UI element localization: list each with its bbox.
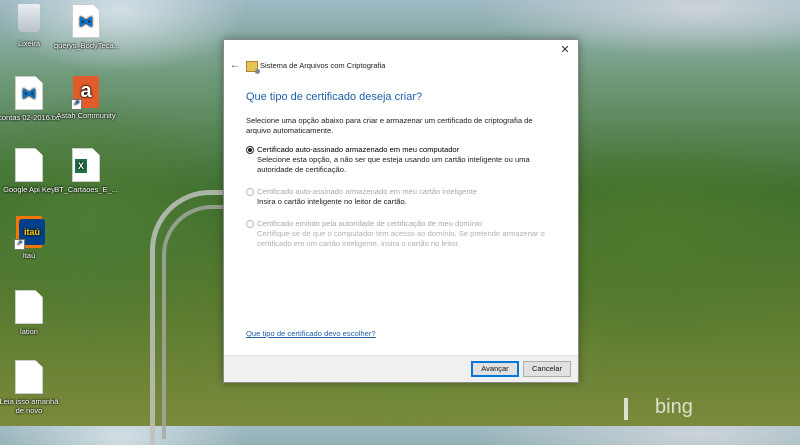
excel-file-icon: X: [72, 148, 100, 182]
option-self-signed-smartcard: Certificado auto-assinado armazenado em …: [246, 187, 554, 207]
option-self-signed-computer[interactable]: Certificado auto-assinado armazenado em …: [246, 145, 554, 175]
desktop-icon-label: Astah Community: [56, 111, 116, 120]
desktop-icon-label: querys_BodyTeca...: [54, 41, 120, 50]
option-label: Certificado auto-assinado armazenado em …: [257, 145, 460, 154]
desktop-icon-label: Google Api Key: [3, 185, 55, 194]
recycle-bin-icon: [16, 4, 42, 36]
close-icon[interactable]: ✕: [558, 43, 572, 57]
desktop-icon-lation[interactable]: lation: [0, 290, 61, 336]
dialog-titlebar: ✕ ← Sistema de Arquivos com Criptografia: [224, 40, 578, 88]
option-detail: Certifique-se de que o computador tem ac…: [257, 229, 545, 248]
vscode-file-icon: ⋈: [15, 76, 43, 110]
bing-wordmark: bing: [655, 396, 693, 418]
next-button[interactable]: Avançar: [471, 361, 519, 377]
desktop-icon-itau[interactable]: itaú ↗ Itaú: [0, 216, 61, 260]
efs-certificate-dialog: ✕ ← Sistema de Arquivos com Criptografia…: [223, 39, 579, 383]
radio-button-disabled: [246, 188, 254, 196]
desktop-icon-recycle-bin[interactable]: Lixeira: [0, 4, 61, 48]
desktop-icon-label: Lixeira: [17, 39, 41, 48]
desktop-icon-label: lation: [20, 327, 38, 336]
blank-file-icon: [15, 148, 43, 182]
desktop-icon-google-api-key[interactable]: Google Api Key: [0, 148, 61, 194]
radio-button-disabled: [246, 220, 254, 228]
desktop-icon-label: Leia isso amanhã de novo: [0, 397, 59, 415]
option-detail: Insira o cartão inteligente no leitor de…: [257, 197, 407, 206]
desktop-icon-label: BT_Cartaoes_E_...: [54, 185, 118, 194]
dialog-content: Que tipo de certificado deseja criar? Se…: [246, 91, 554, 261]
dialog-title: Sistema de Arquivos com Criptografia: [260, 61, 386, 70]
dialog-footer: Avançar Cancelar: [224, 355, 578, 382]
option-domain-ca: Certificado emitido pela autoridade de c…: [246, 219, 554, 249]
radio-button-selected[interactable]: [246, 146, 254, 154]
page-heading: Que tipo de certificado deseja criar?: [246, 91, 423, 103]
help-link[interactable]: Que tipo de certificado devo escolher?: [246, 329, 376, 338]
option-label: Certificado emitido pela autoridade de c…: [257, 219, 482, 228]
page-description: Selecione uma opção abaixo para criar e …: [246, 116, 533, 135]
back-arrow-icon[interactable]: ←: [229, 60, 241, 72]
desktop-icon-label: Itaú: [22, 251, 36, 260]
option-label: Certificado auto-assinado armazenado em …: [257, 187, 477, 196]
desktop-icon-label: contas 02-2016.txt: [0, 113, 60, 122]
desktop-icon-leia-isso[interactable]: Leia isso amanhã de novo: [0, 360, 61, 415]
desktop-icon-bt-cartoes[interactable]: X BT_Cartaoes_E_...: [54, 148, 118, 194]
cancel-button[interactable]: Cancelar: [523, 361, 571, 377]
bing-logo-icon: [624, 398, 638, 420]
blank-file-icon: [15, 290, 43, 324]
desktop-icon-querys[interactable]: ⋈ querys_BodyTeca...: [54, 4, 120, 50]
desktop-icon-astah[interactable]: a ↗ Astah Community: [54, 76, 118, 120]
vscode-file-icon: ⋈: [72, 4, 100, 38]
option-detail: Selecione esta opção, a não ser que este…: [257, 155, 530, 174]
desktop-icon-contas[interactable]: ⋈ contas 02-2016.txt: [0, 76, 61, 122]
efs-app-icon: [246, 61, 260, 74]
astah-icon: a ↗: [71, 76, 99, 110]
blank-file-icon: [15, 360, 43, 394]
itau-icon: itaú ↗: [14, 216, 45, 250]
